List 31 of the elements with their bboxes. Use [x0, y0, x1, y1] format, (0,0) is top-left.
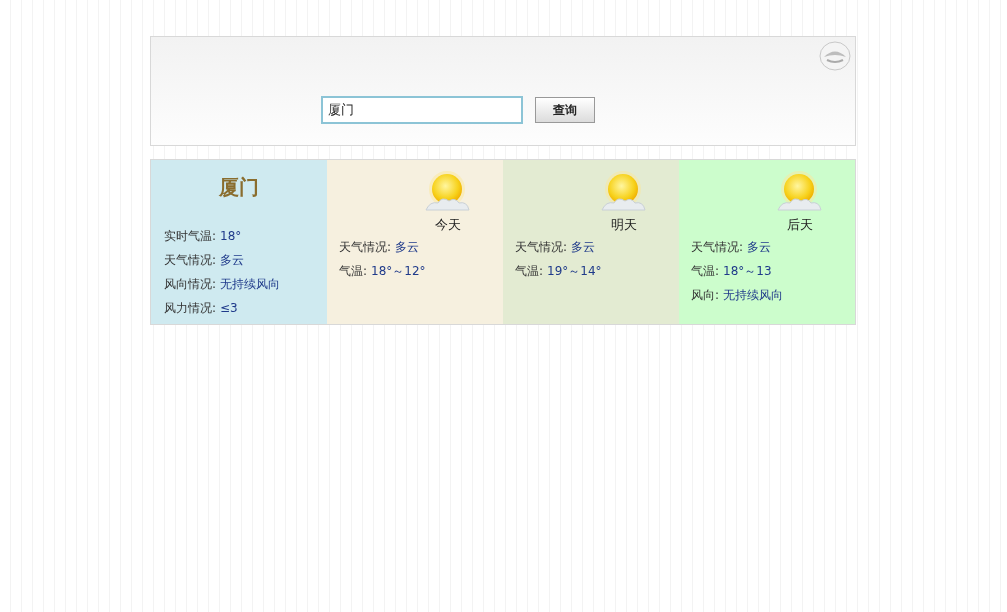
- field-value: 多云: [747, 238, 772, 256]
- search-button[interactable]: 查询: [535, 97, 595, 123]
- field-value: 多云: [220, 252, 245, 269]
- field-value: 多云: [395, 238, 420, 256]
- field-label: 风向:: [691, 286, 720, 304]
- field-value: 多云: [571, 238, 596, 256]
- sun-cloud-icon: [774, 170, 824, 212]
- field-value: 无持续风向: [723, 286, 784, 304]
- field-value: 无持续风向: [220, 276, 281, 293]
- field-label: 风力情况:: [164, 300, 217, 317]
- sun-cloud-icon: [598, 170, 648, 212]
- field-label: 气温:: [515, 262, 544, 280]
- field-label: 气温:: [691, 262, 720, 280]
- field-value: 19°～14°: [547, 262, 602, 280]
- field-value: ≤3: [220, 300, 238, 317]
- day-label: 后天: [787, 216, 813, 234]
- field-value: 18°: [220, 228, 242, 245]
- field-label: 气温:: [339, 262, 368, 280]
- city-name: 厦门: [218, 174, 260, 201]
- field-label: 实时气温:: [164, 228, 217, 245]
- field-label: 天气情况:: [515, 238, 568, 256]
- field-value: 18°～12°: [371, 262, 426, 280]
- field-value: 18°～13: [723, 262, 772, 280]
- field-label: 天气情况:: [691, 238, 744, 256]
- sun-cloud-icon: [422, 170, 472, 212]
- day-label: 今天: [435, 216, 461, 234]
- day-label: 明天: [611, 216, 637, 234]
- field-label: 天气情况:: [339, 238, 392, 256]
- field-label: 天气情况:: [164, 252, 217, 269]
- field-label: 风向情况:: [164, 276, 217, 293]
- search-field[interactable]: 厦门: [321, 96, 523, 124]
